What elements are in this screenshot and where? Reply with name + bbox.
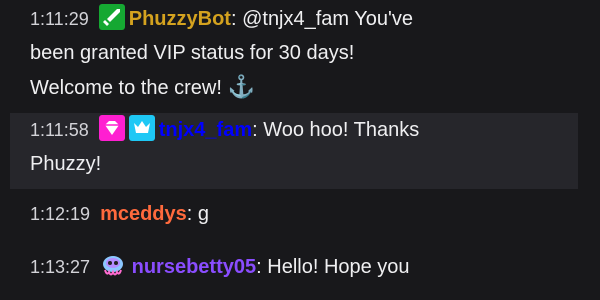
- message-text: Welcome to the crew!: [30, 77, 222, 99]
- chat-panel: 1:11:29 PhuzzyBot: @tnjx4_fam You've bee…: [0, 0, 600, 300]
- message-timestamp: 1:11:29: [30, 9, 89, 29]
- message-text: Hello! Hope you: [267, 256, 410, 278]
- message-text: g: [197, 203, 210, 225]
- chat-message: 1:11:29 PhuzzyBot: @tnjx4_fam You've bee…: [10, 2, 578, 108]
- message-text: Phuzzy!: [30, 153, 102, 175]
- username[interactable]: nursebetty05: [132, 256, 257, 278]
- message-timestamp: 1:12:19: [30, 204, 91, 224]
- message-timestamp: 1:11:58: [30, 120, 89, 140]
- separator: :: [256, 256, 262, 278]
- username[interactable]: tnjx4_fam: [159, 119, 252, 141]
- message-text: Woo hoo! Thanks: [263, 119, 420, 141]
- chat-message: 1:11:58 tnjx4_fam: Woo hoo! Thanks Phuzz…: [10, 113, 578, 189]
- separator: :: [186, 203, 193, 225]
- crown-icon[interactable]: [128, 115, 155, 141]
- username[interactable]: PhuzzyBot: [129, 8, 231, 30]
- separator: :: [252, 119, 258, 141]
- username[interactable]: mceddys: [100, 203, 187, 225]
- separator: :: [230, 8, 237, 30]
- jellyfish-emote-icon: [100, 252, 126, 278]
- vip-diamond-icon[interactable]: [98, 115, 125, 141]
- chat-message: 1:13:27 nursebetty05: Hello! Hope you: [10, 250, 578, 300]
- chat-message: 1:12:19 mceddys: g: [10, 197, 578, 233]
- anchor-icon: ⚓: [227, 74, 255, 99]
- message-timestamp: 1:13:27: [30, 257, 91, 277]
- message-text: been granted VIP status for 30 days!: [30, 42, 355, 64]
- message-text: @tnjx4_fam You've: [242, 8, 413, 30]
- moderator-sword-icon[interactable]: [98, 4, 125, 30]
